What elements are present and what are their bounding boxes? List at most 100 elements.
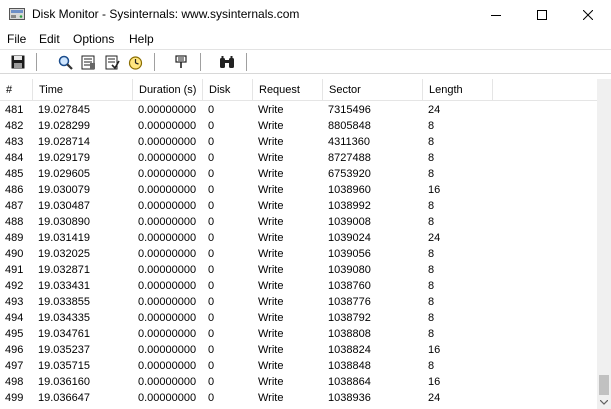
cell-length: 24	[428, 232, 441, 244]
clock-button[interactable]	[126, 53, 144, 71]
cell-duration: 0.00000000	[138, 296, 197, 308]
cell-time: 19.036160	[38, 376, 90, 388]
cell-time: 19.030079	[38, 184, 90, 196]
cell-index: 486	[5, 184, 24, 196]
cell-disk: 0	[208, 184, 215, 196]
cell-sector: 1039008	[328, 216, 371, 228]
table-row[interactable]: 497 19.035715 0.00000000 0 Write 1038848 8	[0, 358, 597, 374]
cell-time: 19.033855	[38, 296, 90, 308]
cell-length: 16	[428, 376, 441, 388]
find-button[interactable]	[56, 53, 74, 71]
menu-edit[interactable]: Edit	[39, 32, 60, 46]
autoscroll-button[interactable]	[103, 53, 121, 71]
cell-index: 483	[5, 136, 24, 148]
table-row[interactable]: 498 19.036160 0.00000000 0 Write 1038864 16	[0, 374, 597, 390]
table-row[interactable]: 491 19.032871 0.00000000 0 Write 1039080 8	[0, 262, 597, 278]
column-header-sector[interactable]: Sector	[323, 79, 423, 101]
floppy-disk-icon	[11, 55, 25, 69]
cell-duration: 0.00000000	[138, 280, 197, 292]
cell-length: 24	[428, 104, 441, 116]
cell-sector: 7315496	[328, 104, 371, 116]
cell-time: 19.029605	[38, 168, 90, 180]
cell-request: Write	[258, 168, 284, 180]
column-header-length[interactable]: Length	[423, 79, 493, 101]
cell-length: 8	[428, 280, 435, 292]
cell-sector: 1039024	[328, 232, 371, 244]
menu-options[interactable]: Options	[73, 32, 114, 46]
cell-request: Write	[258, 296, 284, 308]
cell-sector: 8805848	[328, 120, 371, 132]
filter-button[interactable]	[172, 53, 190, 71]
column-header-time[interactable]: Time	[33, 79, 133, 101]
table-row[interactable]: 492 19.033431 0.00000000 0 Write 1038760 8	[0, 278, 597, 294]
cell-index: 481	[5, 104, 24, 116]
menu-help[interactable]: Help	[129, 32, 154, 46]
capture-icon	[81, 55, 95, 69]
cell-index: 484	[5, 152, 24, 164]
cell-index: 488	[5, 216, 24, 228]
capture-button[interactable]	[79, 53, 97, 71]
menu-file[interactable]: File	[7, 32, 26, 46]
cell-disk: 0	[208, 392, 215, 404]
save-button[interactable]	[9, 53, 27, 71]
cell-sector: 1038936	[328, 392, 371, 404]
close-icon	[583, 9, 593, 20]
table-row[interactable]: 481 19.027845 0.00000000 0 Write 7315496 24	[0, 102, 597, 118]
cell-request: Write	[258, 152, 284, 164]
cell-time: 19.028714	[38, 136, 90, 148]
table-row[interactable]: 486 19.030079 0.00000000 0 Write 1038960 16	[0, 182, 597, 198]
cell-time: 19.030487	[38, 200, 90, 212]
cell-request: Write	[258, 376, 284, 388]
cell-disk: 0	[208, 104, 215, 116]
toolbar-separator	[154, 53, 156, 71]
cell-duration: 0.00000000	[138, 216, 197, 228]
table-row[interactable]: 488 19.030890 0.00000000 0 Write 1039008 8	[0, 214, 597, 230]
cell-disk: 0	[208, 248, 215, 260]
column-header-request[interactable]: Request	[253, 79, 323, 101]
table-row[interactable]: 494 19.034335 0.00000000 0 Write 1038792 8	[0, 310, 597, 326]
table-row[interactable]: 495 19.034761 0.00000000 0 Write 1038808 8	[0, 326, 597, 342]
table-row[interactable]: 485 19.029605 0.00000000 0 Write 6753920 8	[0, 166, 597, 182]
cell-request: Write	[258, 264, 284, 276]
column-header-duration[interactable]: Duration (s)	[133, 79, 203, 101]
column-header-disk[interactable]: Disk	[203, 79, 253, 101]
cell-sector: 4311360	[328, 136, 371, 148]
minimize-button[interactable]	[473, 0, 519, 29]
toolbar-separator	[36, 53, 38, 71]
cell-disk: 0	[208, 344, 215, 356]
cell-request: Write	[258, 344, 284, 356]
scrollbar-thumb[interactable]	[599, 375, 609, 395]
maximize-button[interactable]	[519, 0, 565, 29]
table-row[interactable]: 493 19.033855 0.00000000 0 Write 1038776 8	[0, 294, 597, 310]
column-header-index[interactable]: #	[0, 79, 33, 101]
cell-length: 8	[428, 120, 435, 132]
table-row[interactable]: 490 19.032025 0.00000000 0 Write 1039056 8	[0, 246, 597, 262]
cell-duration: 0.00000000	[138, 120, 197, 132]
table-row[interactable]: 499 19.036647 0.00000000 0 Write 1038936 24	[0, 390, 597, 406]
table-row[interactable]: 482 19.028299 0.00000000 0 Write 8805848 8	[0, 118, 597, 134]
cell-disk: 0	[208, 152, 215, 164]
search-button[interactable]	[218, 53, 236, 71]
cell-duration: 0.00000000	[138, 232, 197, 244]
table-row[interactable]: 487 19.030487 0.00000000 0 Write 1038992 8	[0, 198, 597, 214]
event-list[interactable]: # Time Duration (s) Disk Request Sector …	[0, 79, 611, 409]
scroll-down-button[interactable]	[597, 395, 611, 409]
cell-length: 16	[428, 344, 441, 356]
close-button[interactable]	[565, 0, 611, 29]
cell-sector: 1038776	[328, 296, 371, 308]
cell-time: 19.028299	[38, 120, 90, 132]
cell-request: Write	[258, 216, 284, 228]
cell-duration: 0.00000000	[138, 328, 197, 340]
table-row[interactable]: 496 19.035237 0.00000000 0 Write 1038824 16	[0, 342, 597, 358]
cell-length: 8	[428, 216, 435, 228]
cell-index: 485	[5, 168, 24, 180]
table-row[interactable]: 489 19.031419 0.00000000 0 Write 1039024 24	[0, 230, 597, 246]
cell-sector: 8727488	[328, 152, 371, 164]
cell-sector: 6753920	[328, 168, 371, 180]
vertical-scrollbar[interactable]	[597, 79, 611, 409]
table-row[interactable]: 483 19.028714 0.00000000 0 Write 4311360 8	[0, 134, 597, 150]
table-row[interactable]: 484 19.029179 0.00000000 0 Write 8727488 8	[0, 150, 597, 166]
cell-duration: 0.00000000	[138, 248, 197, 260]
cell-time: 19.036647	[38, 392, 90, 404]
cell-index: 498	[5, 376, 24, 388]
